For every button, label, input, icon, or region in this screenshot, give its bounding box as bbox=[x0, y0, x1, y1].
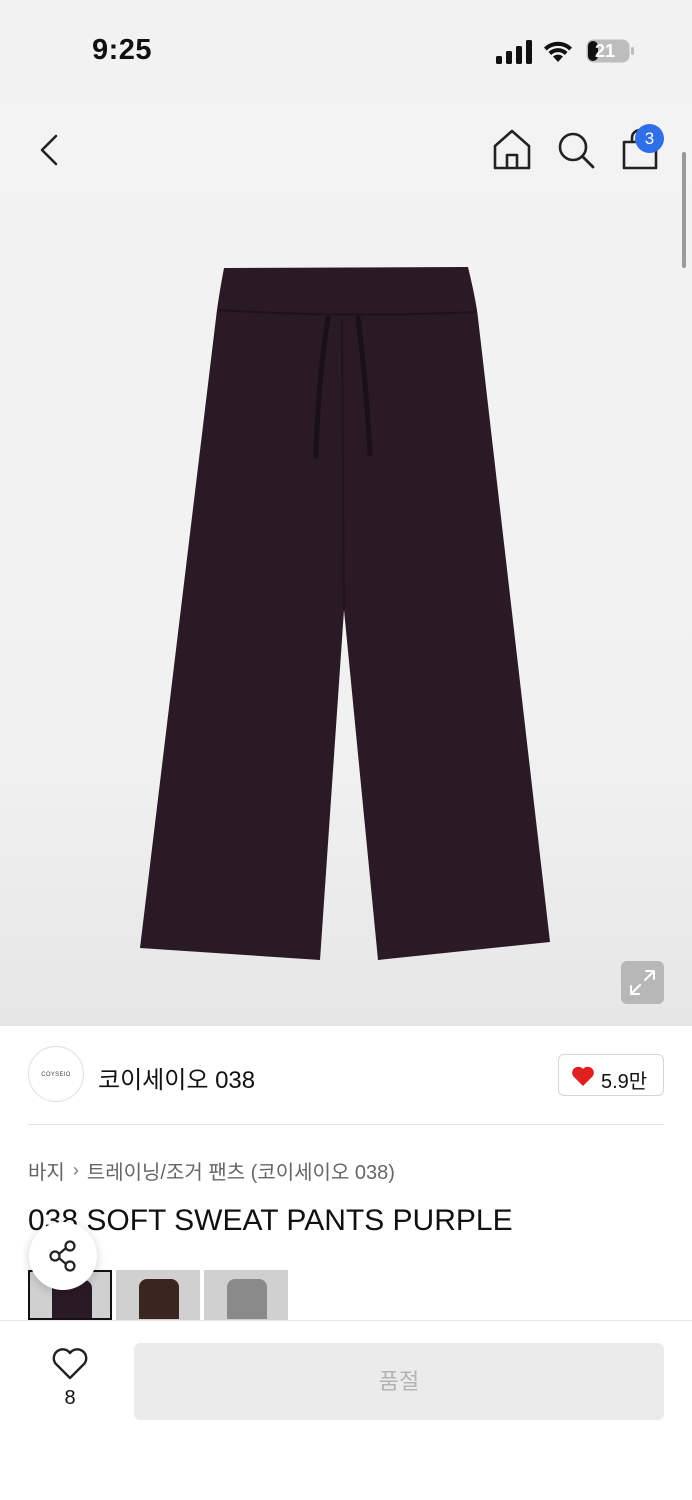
home-icon[interactable] bbox=[492, 128, 532, 172]
scrollbar[interactable] bbox=[682, 152, 686, 268]
brand-like-count: 5.9만 bbox=[601, 1071, 648, 1093]
thumbnail-image bbox=[139, 1279, 179, 1319]
share-button[interactable] bbox=[29, 1222, 97, 1290]
product-title: 038 SOFT SWEAT PANTS PURPLE bbox=[28, 1204, 513, 1237]
battery-icon: 21 bbox=[586, 39, 634, 63]
product-image-area[interactable]: 3 bbox=[0, 100, 692, 1026]
status-bar: 9:25 21 bbox=[0, 0, 692, 100]
thumbnail-image bbox=[227, 1279, 267, 1319]
battery-level: 21 bbox=[595, 41, 616, 61]
brand-like-button[interactable]: 5.9만 bbox=[558, 1054, 664, 1096]
divider bbox=[28, 1124, 664, 1125]
wifi-icon bbox=[544, 41, 572, 62]
heart-filled-icon bbox=[572, 1066, 594, 1086]
cellular-signal-icon bbox=[496, 40, 532, 64]
breadcrumb: 바지 › 트레이닝/조거 팬츠 (코이세이오 038) bbox=[28, 1156, 395, 1185]
expand-icon bbox=[630, 970, 655, 995]
search-icon[interactable] bbox=[556, 130, 596, 170]
brand-logo[interactable]: COYSEIO bbox=[28, 1046, 84, 1102]
brand-row[interactable]: COYSEIO 코이세이오 038 5.9만 bbox=[28, 1046, 664, 1104]
color-thumbnail[interactable] bbox=[116, 1270, 200, 1320]
wishlist-count: 8 bbox=[64, 1387, 76, 1409]
color-thumbnail[interactable] bbox=[204, 1270, 288, 1320]
heart-outline-icon bbox=[52, 1348, 88, 1380]
wishlist-button[interactable]: 8 bbox=[40, 1343, 100, 1415]
sold-out-button[interactable]: 품절 bbox=[134, 1343, 664, 1420]
chevron-right-icon: › bbox=[72, 1160, 79, 1180]
share-icon bbox=[49, 1240, 76, 1272]
product-photo bbox=[140, 267, 550, 960]
expand-image-button[interactable] bbox=[621, 961, 664, 1004]
cart-count-badge: 3 bbox=[635, 124, 664, 153]
breadcrumb-item[interactable]: 바지 bbox=[28, 1156, 65, 1185]
back-icon[interactable] bbox=[30, 130, 70, 170]
bottom-action-bar: 8 품절 bbox=[0, 1320, 692, 1500]
breadcrumb-item[interactable]: 트레이닝/조거 팬츠 (코이세이오 038) bbox=[87, 1156, 395, 1185]
status-time: 9:25 bbox=[92, 34, 153, 66]
brand-name[interactable]: 코이세이오 038 bbox=[98, 1060, 255, 1095]
